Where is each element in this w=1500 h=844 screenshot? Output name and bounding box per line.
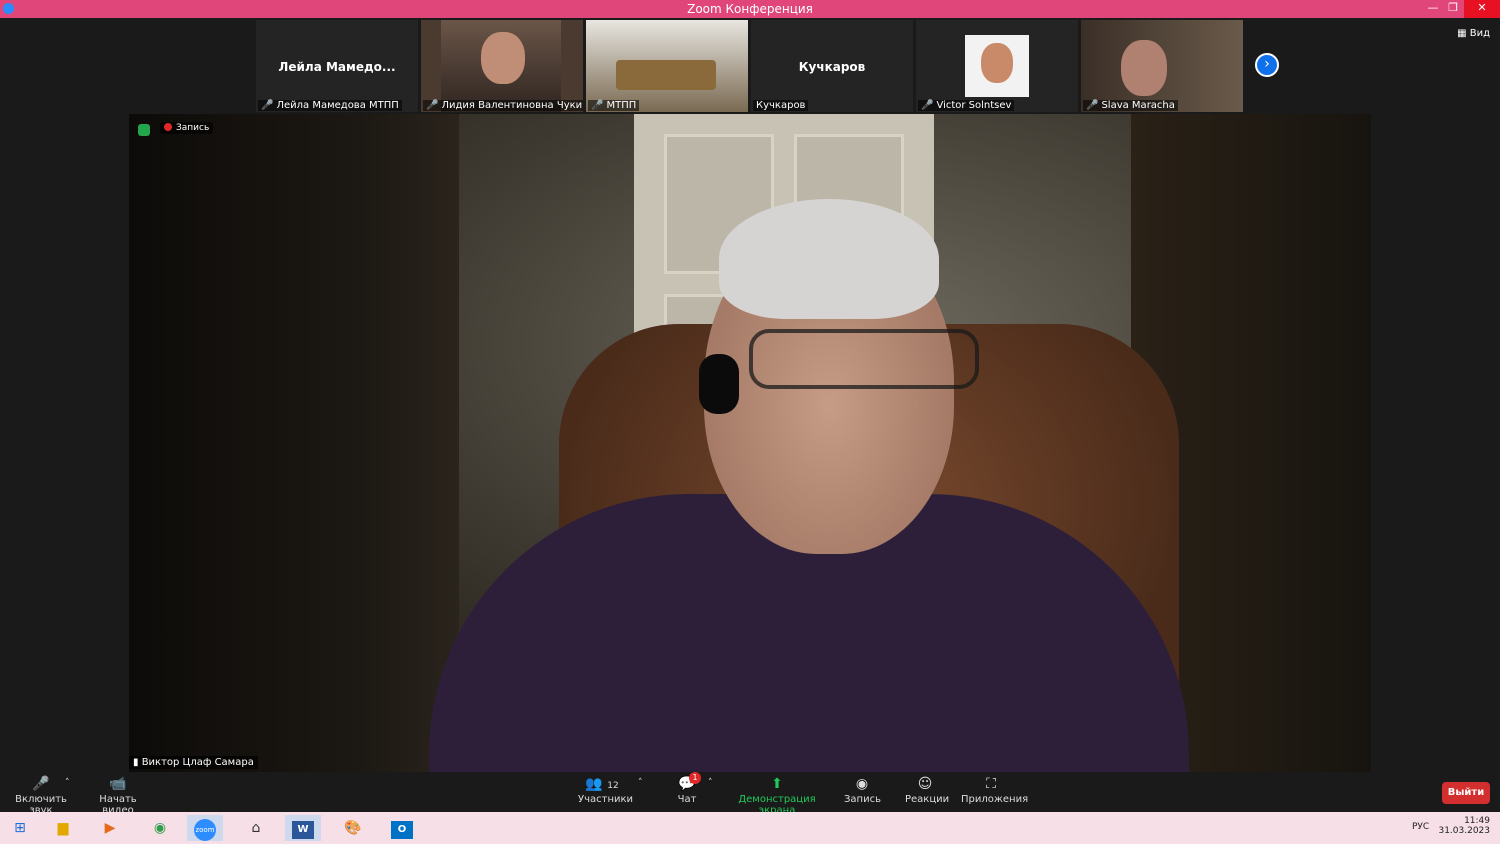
- share-screen-icon: ⬆: [771, 776, 783, 792]
- chat-button[interactable]: 💬 Чат 1: [675, 772, 701, 805]
- record-dot-icon: [164, 123, 172, 131]
- speaker-glasses: [749, 329, 979, 389]
- participant-strip: Лейла Мамедо... 🎤 Лейла Мамедова МТПП 🎤 Ли…: [0, 18, 1500, 114]
- system-clock[interactable]: 11:49 31.03.2023: [1438, 816, 1490, 836]
- participants-chevron-icon[interactable]: ˄: [638, 778, 643, 788]
- participant-face: [481, 32, 525, 84]
- share-screen-button[interactable]: ⬆ Демонстрация экрана: [728, 774, 826, 816]
- zoom-taskbar-icon[interactable]: zoom: [187, 815, 223, 841]
- window-titlebar: Zoom Конференция — ❐ ✕: [0, 0, 1500, 18]
- signal-bars-icon: ▮: [133, 757, 142, 768]
- participant-tile[interactable]: 🎤 Victor Solntsev: [916, 20, 1078, 112]
- participants-icon: 👥 12: [585, 776, 619, 792]
- speaker-name-label: ▮ Виктор Цлаф Самара: [129, 756, 258, 769]
- participant-tile[interactable]: 🎤 МТПП: [586, 20, 748, 112]
- participant-tile[interactable]: Лейла Мамедо... 🎤 Лейла Мамедова МТПП: [256, 20, 418, 112]
- outlook-icon[interactable]: O: [384, 815, 420, 841]
- conference-room-table: [616, 60, 716, 90]
- word-icon[interactable]: W: [285, 815, 321, 841]
- chat-unread-badge: 1: [689, 772, 701, 784]
- speaker-headset: [699, 354, 739, 414]
- view-button[interactable]: ▦ Вид: [1457, 28, 1490, 39]
- chrome-icon[interactable]: ◉: [142, 815, 178, 841]
- file-explorer-icon[interactable]: ▆: [45, 815, 81, 841]
- participant-label: 🎤 Slava Maracha: [1083, 100, 1178, 111]
- reactions-icon: ☺: [917, 776, 933, 792]
- participant-display-name: Кучкаров: [798, 60, 866, 74]
- record-button[interactable]: ◉ Запись: [844, 774, 881, 805]
- next-page-arrow-icon[interactable]: ›: [1255, 53, 1279, 77]
- participant-label: 🎤 Лейла Мамедова МТПП: [258, 100, 402, 111]
- participant-display-name: Лейла Мамедо...: [278, 60, 396, 74]
- windows-start-icon[interactable]: ⊞: [2, 815, 38, 841]
- reactions-button[interactable]: ☺ Реакции: [905, 774, 949, 805]
- mic-muted-icon: 🎤: [261, 100, 274, 111]
- chat-chevron-icon[interactable]: ˄: [708, 778, 713, 788]
- windows-taskbar: ⊞ ▆ ▶ ◉ zoom ⌂ W 🎨 O РУС 11:49 31.03.202…: [0, 812, 1500, 844]
- paint-icon[interactable]: 🎨: [335, 815, 371, 841]
- restore-icon[interactable]: ❐: [1440, 0, 1466, 18]
- home-icon[interactable]: ⌂: [238, 815, 274, 841]
- record-icon: ◉: [855, 776, 869, 792]
- participant-label: 🎤 МТПП: [588, 100, 640, 111]
- participant-label: 🎤 Victor Solntsev: [918, 100, 1015, 111]
- mic-muted-icon: 🎤: [591, 100, 604, 111]
- mic-muted-icon: 🎤: [1086, 100, 1099, 111]
- participant-label: 🎤 Лидия Валентиновна Чукина: [423, 100, 583, 111]
- participants-button[interactable]: 👥 12 Участники: [578, 774, 633, 805]
- participant-face: [1121, 40, 1167, 96]
- participant-avatar: [965, 35, 1029, 97]
- recording-indicator[interactable]: Запись: [160, 122, 214, 134]
- language-indicator[interactable]: РУС: [1412, 822, 1429, 832]
- start-video-button[interactable]: 📹 Начать видео: [87, 774, 149, 816]
- participant-tile[interactable]: Кучкаров Кучкаров: [751, 20, 913, 112]
- security-shield-icon[interactable]: [138, 124, 150, 136]
- audio-options-chevron-icon[interactable]: ˄: [65, 778, 70, 788]
- video-off-icon: 📹: [109, 776, 127, 792]
- bookshelf: [129, 114, 459, 772]
- participant-tile[interactable]: 🎤 Лидия Валентиновна Чукина: [421, 20, 583, 112]
- media-player-icon[interactable]: ▶: [92, 815, 128, 841]
- leave-meeting-button[interactable]: Выйти: [1442, 782, 1490, 804]
- window-title: Zoom Конференция: [687, 2, 813, 16]
- mic-muted-icon: 🎤: [426, 100, 439, 111]
- participant-label: Кучкаров: [753, 100, 809, 111]
- speaker-hair: [719, 199, 939, 319]
- active-speaker-video: [129, 114, 1371, 772]
- meeting-toolbar: 🎤 Включить звук ˄ 📹 Начать видео 👥 12 Уч…: [0, 772, 1500, 816]
- mic-muted-icon: 🎤: [921, 100, 934, 111]
- apps-icon: ⛶: [986, 776, 996, 792]
- grid-icon: ▦: [1457, 28, 1470, 39]
- apps-button[interactable]: ⛶ Приложения: [961, 774, 1028, 805]
- participant-tile[interactable]: 🎤 Slava Maracha: [1081, 20, 1243, 112]
- close-icon[interactable]: ✕: [1464, 0, 1500, 18]
